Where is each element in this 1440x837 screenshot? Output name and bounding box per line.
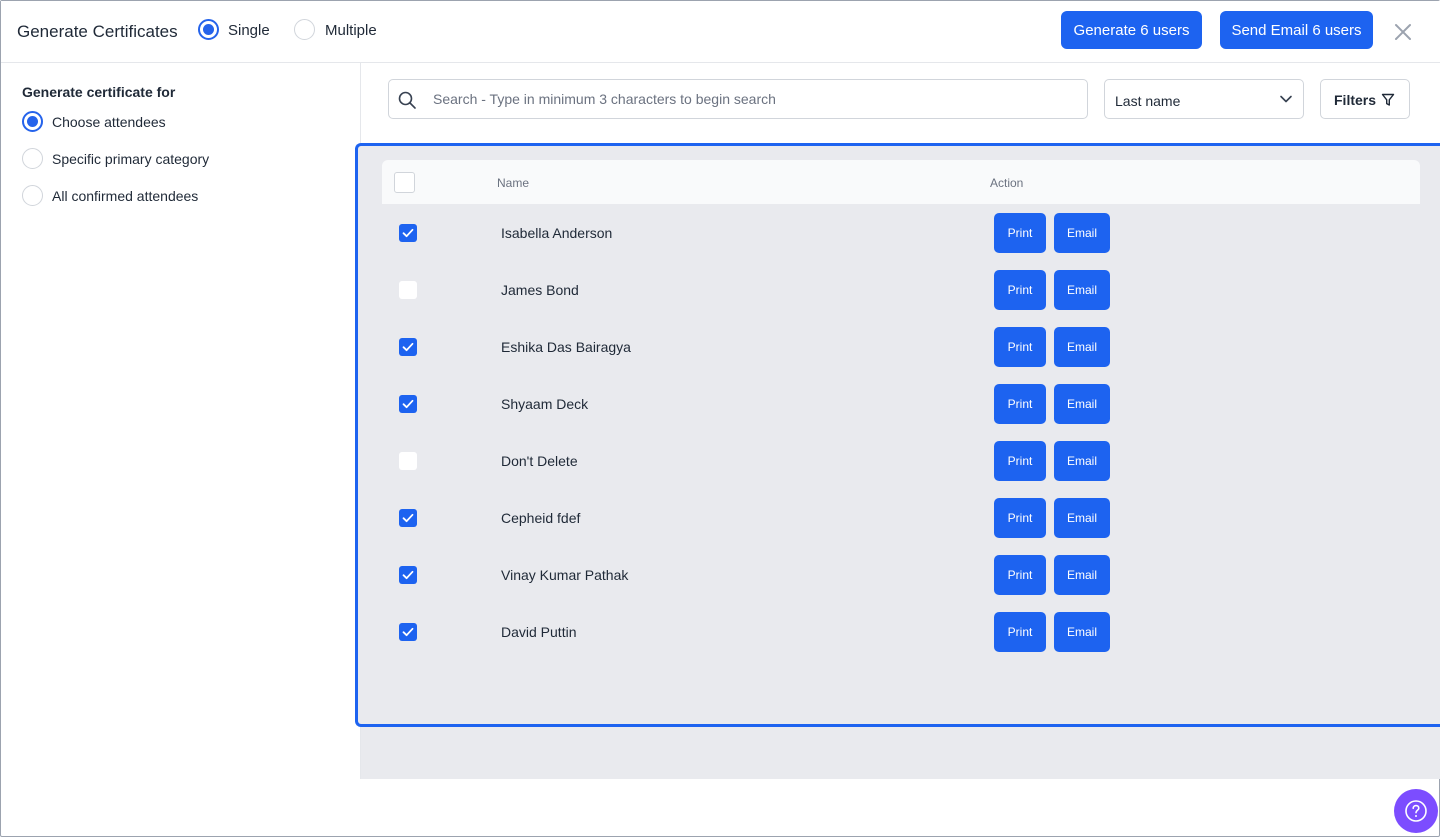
check-icon: [402, 627, 414, 637]
send-email-users-button[interactable]: Send Email 6 users: [1220, 11, 1373, 49]
check-icon: [402, 228, 414, 238]
email-button[interactable]: Email: [1054, 555, 1110, 595]
table-row: Isabella Anderson Print Email: [382, 204, 1420, 261]
target-radio-all-confirmed[interactable]: [22, 185, 43, 206]
target-radio-primary-category[interactable]: [22, 148, 43, 169]
help-icon: [1405, 800, 1427, 822]
attendee-name: Isabella Anderson: [501, 225, 613, 241]
chevron-down-icon: [1280, 95, 1292, 103]
filters-button[interactable]: Filters: [1320, 79, 1410, 119]
sort-selected-value: Last name: [1115, 93, 1181, 109]
email-button[interactable]: Email: [1054, 270, 1110, 310]
print-button[interactable]: Print: [994, 270, 1046, 310]
print-button[interactable]: Print: [994, 555, 1046, 595]
print-button[interactable]: Print: [994, 213, 1046, 253]
email-button[interactable]: Email: [1054, 327, 1110, 367]
help-button[interactable]: [1394, 789, 1438, 833]
attendee-name: David Puttin: [501, 624, 577, 640]
print-button[interactable]: Print: [994, 327, 1046, 367]
check-icon: [402, 570, 414, 580]
close-icon[interactable]: [1393, 22, 1413, 42]
table-row: James Bond Print Email: [382, 261, 1420, 318]
row-checkbox[interactable]: [399, 566, 417, 584]
table-row: Shyaam Deck Print Email: [382, 375, 1420, 432]
search-icon: [398, 91, 416, 109]
attendee-name: James Bond: [501, 282, 579, 298]
row-checkbox[interactable]: [399, 623, 417, 641]
email-button[interactable]: Email: [1054, 384, 1110, 424]
row-checkbox[interactable]: [399, 395, 417, 413]
sort-select[interactable]: Last name: [1104, 79, 1304, 119]
row-checkbox[interactable]: [399, 452, 417, 470]
table-row: Eshika Das Bairagya Print Email: [382, 318, 1420, 375]
modal-title: Generate Certificates: [17, 22, 178, 41]
mode-radio-single[interactable]: [198, 19, 219, 40]
modal-header: Generate Certificates Single Multiple Ge…: [1, 1, 1440, 63]
column-header-action: Action: [990, 176, 1024, 190]
table-header: Name Action: [382, 160, 1420, 204]
print-button[interactable]: Print: [994, 612, 1046, 652]
table-row: Don't Delete Print Email: [382, 432, 1420, 489]
sidebar: Generate certificate for Choose attendee…: [1, 63, 361, 779]
filters-label: Filters: [1334, 92, 1377, 108]
attendee-name: Eshika Das Bairagya: [501, 339, 631, 355]
modal-window: Generate Certificates Single Multiple Ge…: [0, 0, 1440, 837]
email-button[interactable]: Email: [1054, 498, 1110, 538]
target-radio-choose-attendees[interactable]: [22, 111, 43, 132]
search-box[interactable]: [388, 79, 1088, 119]
row-checkbox[interactable]: [399, 338, 417, 356]
target-label-choose-attendees: Choose attendees: [52, 114, 166, 130]
mode-label-single: Single: [228, 22, 270, 39]
attendee-name: Vinay Kumar Pathak: [501, 567, 629, 583]
row-checkbox[interactable]: [399, 281, 417, 299]
mode-radio-multiple[interactable]: [294, 19, 315, 40]
search-input[interactable]: [433, 80, 1073, 118]
table-row: David Puttin Print Email: [382, 603, 1420, 660]
row-checkbox[interactable]: [399, 509, 417, 527]
print-button[interactable]: Print: [994, 441, 1046, 481]
check-icon: [402, 342, 414, 352]
print-button[interactable]: Print: [994, 384, 1046, 424]
check-icon: [402, 513, 414, 523]
attendee-table: Name Action Isabella Anderson Print Email J…: [355, 143, 1440, 727]
email-button[interactable]: Email: [1054, 441, 1110, 481]
target-label-primary-category: Specific primary category: [52, 151, 210, 167]
mode-label-multiple: Multiple: [325, 22, 377, 39]
select-all-checkbox[interactable]: [394, 172, 415, 193]
attendee-name: Cepheid fdef: [501, 510, 581, 526]
attendee-name: Shyaam Deck: [501, 396, 589, 412]
row-checkbox[interactable]: [399, 224, 417, 242]
email-button[interactable]: Email: [1054, 213, 1110, 253]
email-button[interactable]: Email: [1054, 612, 1110, 652]
attendee-name: Don't Delete: [501, 453, 578, 469]
target-label-all-confirmed: All confirmed attendees: [52, 188, 199, 204]
generate-users-button[interactable]: Generate 6 users: [1061, 11, 1202, 49]
print-button[interactable]: Print: [994, 498, 1046, 538]
check-icon: [402, 399, 414, 409]
filter-icon: [1381, 93, 1395, 106]
column-header-name: Name: [497, 176, 530, 190]
table-row: Vinay Kumar Pathak Print Email: [382, 546, 1420, 603]
sidebar-heading: Generate certificate for: [22, 84, 176, 100]
table-row: Cepheid fdef Print Email: [382, 489, 1420, 546]
